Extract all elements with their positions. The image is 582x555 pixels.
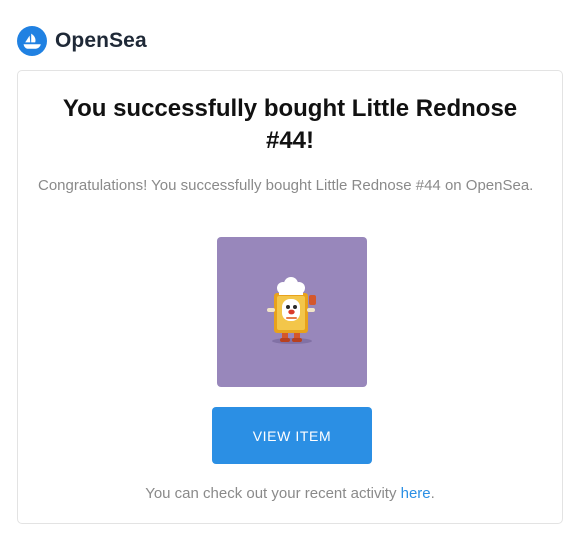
purchase-confirmation-card: You successfully bought Little Rednose #… [17,70,563,524]
email-title: You successfully bought Little Rednose #… [62,95,518,154]
congratulations-message: Congratulations! You successfully bought… [38,177,534,194]
brand-name: OpenSea [55,29,147,52]
opensea-logo-icon [17,26,47,56]
recent-activity-link[interactable]: here [401,485,431,502]
view-item-button[interactable]: VIEW ITEM [212,407,372,464]
email-header: OpenSea [17,26,147,56]
nft-image[interactable] [217,237,367,387]
footer-prefix: You can check out your recent activity [145,485,401,502]
little-rednose-nft-image [267,277,316,344]
footer-suffix: . [430,485,435,502]
recent-activity-note: You can check out your recent activity h… [18,485,562,502]
